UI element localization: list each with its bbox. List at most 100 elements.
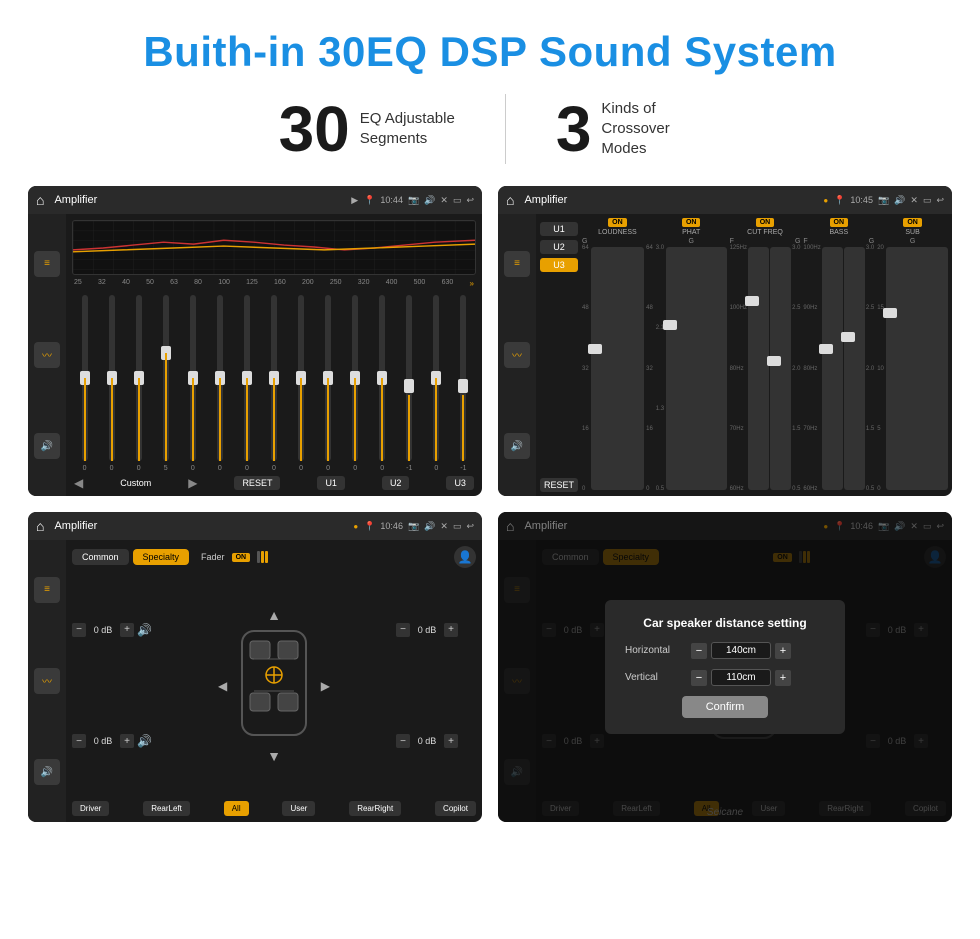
- close-icon-1[interactable]: ✕: [440, 195, 448, 206]
- arrow-left[interactable]: ◀: [218, 679, 227, 693]
- cx-icon-2[interactable]: 〰: [504, 342, 530, 368]
- home-icon-1[interactable]: ⌂: [36, 192, 44, 208]
- sp-icon-2[interactable]: 〰: [34, 668, 60, 694]
- db-minus-3[interactable]: −: [396, 623, 410, 637]
- rec-icon-2: ●: [823, 196, 828, 205]
- db-val-1: 0 dB: [89, 625, 117, 635]
- phat-slider[interactable]: [666, 247, 726, 490]
- reset-btn-1[interactable]: RESET: [234, 476, 280, 490]
- speaker-bottom-row: Driver RearLeft All User RearRight Copil…: [72, 801, 476, 816]
- btn-driver[interactable]: Driver: [72, 801, 109, 816]
- preset-reset[interactable]: RESET: [540, 478, 578, 492]
- fader-on[interactable]: ON: [232, 553, 251, 562]
- preset-u1[interactable]: U1: [540, 222, 578, 236]
- eq-icon-3[interactable]: 🔊: [34, 433, 60, 459]
- slider-track-1[interactable]: [82, 295, 88, 461]
- dialog-horizontal-control: − 140cm +: [691, 642, 791, 659]
- prev-btn[interactable]: ◀: [74, 476, 83, 490]
- slider-track-4[interactable]: [163, 295, 169, 461]
- db-minus-4[interactable]: −: [396, 734, 410, 748]
- slider-track-3[interactable]: [136, 295, 142, 461]
- cx-icon-3[interactable]: 🔊: [504, 433, 530, 459]
- next-btn[interactable]: ▶: [188, 476, 197, 490]
- slider-track-13[interactable]: [406, 295, 412, 461]
- slider-track-2[interactable]: [109, 295, 115, 461]
- bass-slider-g[interactable]: [844, 247, 865, 490]
- back-icon-1[interactable]: ↩: [466, 195, 474, 206]
- slider-track-11[interactable]: [352, 295, 358, 461]
- time-1: 10:44: [380, 195, 403, 205]
- preset-u2[interactable]: U2: [540, 240, 578, 254]
- dialog-vertical-minus[interactable]: −: [691, 670, 707, 686]
- tab-specialty[interactable]: Specialty: [133, 549, 190, 565]
- slider-track-12[interactable]: [379, 295, 385, 461]
- window-icon-3: ▭: [453, 521, 462, 532]
- preset-u3[interactable]: U3: [540, 258, 578, 272]
- eq-icon-2[interactable]: 〰: [34, 342, 60, 368]
- back-icon-3[interactable]: ↩: [466, 521, 474, 532]
- btn-copilot[interactable]: Copilot: [435, 801, 476, 816]
- slider-track-5[interactable]: [190, 295, 196, 461]
- eq-icon-1[interactable]: ≡: [34, 251, 60, 277]
- db-plus-1[interactable]: +: [120, 623, 134, 637]
- slider-track-14[interactable]: [433, 295, 439, 461]
- btn-rearleft[interactable]: RearLeft: [143, 801, 190, 816]
- btn-all[interactable]: All: [224, 801, 249, 816]
- cutfreq-slider-g[interactable]: [770, 247, 791, 490]
- confirm-button[interactable]: Confirm: [682, 696, 769, 718]
- crossover-number: 3: [556, 97, 592, 161]
- loudness-slider[interactable]: [591, 247, 644, 490]
- loudness-on[interactable]: ON: [608, 218, 627, 227]
- db-minus-2[interactable]: −: [72, 734, 86, 748]
- db-plus-4[interactable]: +: [444, 734, 458, 748]
- eq-main: 2532405063 80100125160200 25032040050063…: [66, 214, 482, 496]
- fader-bar-3: [265, 551, 268, 563]
- btn-rearright[interactable]: RearRight: [349, 801, 401, 816]
- cutfreq-on[interactable]: ON: [756, 218, 775, 227]
- close-icon-2[interactable]: ✕: [910, 195, 918, 206]
- cutfreq-slider-f[interactable]: [748, 247, 769, 490]
- db-plus-2[interactable]: +: [120, 734, 134, 748]
- eq-number: 30: [279, 97, 350, 161]
- camera-icon-3: 📷: [408, 521, 419, 532]
- home-icon-2[interactable]: ⌂: [506, 192, 514, 208]
- status-icons-2: 📍 10:45 📷 🔊 ✕ ▭ ↩: [834, 195, 944, 206]
- slider-track-10[interactable]: [325, 295, 331, 461]
- status-icons-1: 📍 10:44 📷 🔊 ✕ ▭ ↩: [364, 195, 474, 206]
- back-icon-2[interactable]: ↩: [936, 195, 944, 206]
- sp-icon-1[interactable]: ≡: [34, 577, 60, 603]
- close-icon-3[interactable]: ✕: [440, 521, 448, 532]
- sub-slider[interactable]: [886, 247, 948, 490]
- db-plus-3[interactable]: +: [444, 623, 458, 637]
- slider-track-8[interactable]: [271, 295, 277, 461]
- arrow-down[interactable]: ▼: [267, 748, 281, 764]
- arrow-right[interactable]: ▶: [321, 679, 330, 693]
- dialog-overlay: Car speaker distance setting Horizontal …: [498, 512, 952, 822]
- person-icon[interactable]: 👤: [454, 546, 476, 568]
- preset-column: U1 U2 U3 RESET: [540, 218, 578, 492]
- slider-track-9[interactable]: [298, 295, 304, 461]
- slider-track-6[interactable]: [217, 295, 223, 461]
- home-icon-3[interactable]: ⌂: [36, 518, 44, 534]
- tab-common[interactable]: Common: [72, 549, 129, 565]
- bass-on[interactable]: ON: [830, 218, 849, 227]
- u1-btn-1[interactable]: U1: [317, 476, 345, 490]
- dialog-vertical-plus[interactable]: +: [775, 670, 791, 686]
- u3-btn-1[interactable]: U3: [446, 476, 474, 490]
- db-minus-1[interactable]: −: [72, 623, 86, 637]
- sub-on[interactable]: ON: [903, 218, 922, 227]
- slider-track-15[interactable]: [460, 295, 466, 461]
- u2-btn-1[interactable]: U2: [382, 476, 410, 490]
- sp-icon-3[interactable]: 🔊: [34, 759, 60, 785]
- eq-chart: [72, 220, 476, 275]
- dialog-horizontal-minus[interactable]: −: [691, 643, 707, 659]
- btn-user[interactable]: User: [282, 801, 315, 816]
- play-icon-1[interactable]: ▶: [351, 195, 358, 206]
- arrow-up[interactable]: ▲: [267, 607, 281, 623]
- dialog-box: Car speaker distance setting Horizontal …: [605, 600, 845, 734]
- slider-track-7[interactable]: [244, 295, 250, 461]
- bass-slider-f[interactable]: [822, 247, 843, 490]
- cx-icon-1[interactable]: ≡: [504, 251, 530, 277]
- phat-on[interactable]: ON: [682, 218, 701, 227]
- dialog-horizontal-plus[interactable]: +: [775, 643, 791, 659]
